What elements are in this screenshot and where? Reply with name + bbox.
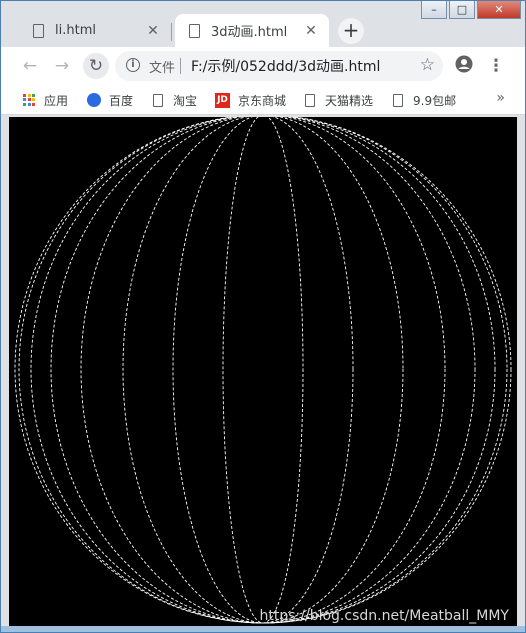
- bookmarks-bar: 应用 百度 淘宝 JD 京东商城 天猫精选 9.9包邮 »: [1, 85, 525, 115]
- scheme-label: 文件: [149, 61, 176, 76]
- baidu-paw-icon: [87, 93, 101, 107]
- apps-grid-icon: [23, 93, 36, 107]
- wireframe-ellipse: [50, 117, 476, 624]
- maximize-button[interactable]: □: [449, 1, 475, 19]
- bookmark-jd[interactable]: JD 京东商城: [215, 91, 286, 109]
- tab-separator: [171, 23, 172, 41]
- bookmark-baidu[interactable]: 百度: [87, 91, 133, 109]
- tab-3d-animation[interactable]: 3d动画.html ✕: [175, 14, 329, 47]
- bookmark-taobao[interactable]: 淘宝: [153, 91, 197, 109]
- bookmark-label: 9.9包邮: [413, 93, 457, 108]
- page-icon: [393, 93, 403, 107]
- page-icon: [189, 23, 200, 38]
- wireframe-ellipse: [172, 117, 354, 624]
- minimize-button[interactable]: –: [421, 1, 447, 19]
- close-tab-icon[interactable]: ✕: [143, 23, 163, 39]
- navigation-toolbar: ← → ↻ i 文件 F:/示例/052ddd/3d动画.html ☆ ⋮: [1, 47, 525, 85]
- browser-window: – □ ✕ li.html ✕ 3d动画.html ✕ + ← → ↻ i 文件…: [0, 0, 526, 633]
- wireframe-ellipse: [222, 117, 304, 624]
- tab-title: li.html: [55, 23, 96, 38]
- wireframe-ellipse: [18, 117, 508, 624]
- url-text[interactable]: F:/示例/052ddd/3d动画.html: [191, 56, 380, 76]
- bookmarks-overflow-icon[interactable]: »: [496, 90, 505, 106]
- bookmark-label: 淘宝: [173, 93, 198, 108]
- watermark-text: https://blog.csdn.net/Meatball_MMY: [259, 608, 509, 624]
- wireframe-ellipse: [30, 117, 496, 624]
- tab-title: 3d动画.html: [211, 25, 288, 40]
- window-controls: – □ ✕: [419, 1, 521, 23]
- forward-arrow-icon[interactable]: →: [51, 55, 73, 77]
- page-icon: [305, 93, 315, 107]
- address-bar[interactable]: i 文件 F:/示例/052ddd/3d动画.html ☆: [115, 51, 443, 81]
- account-circle-icon: [455, 55, 473, 73]
- window-bottom-frame: [1, 626, 525, 632]
- profile-avatar-icon[interactable]: [453, 55, 475, 77]
- new-tab-button[interactable]: +: [338, 18, 364, 44]
- tab-strip: – □ ✕ li.html ✕ 3d动画.html ✕ +: [1, 1, 525, 47]
- wireframe-ellipse: [80, 117, 446, 624]
- menu-kebab-icon[interactable]: ⋮: [485, 55, 507, 77]
- wireframe-sphere: [14, 117, 512, 624]
- bookmark-label: 百度: [109, 93, 134, 108]
- info-icon[interactable]: i: [126, 58, 140, 72]
- page-viewport: https://blog.csdn.net/Meatball_MMY: [9, 117, 517, 626]
- bookmark-tmall[interactable]: 天猫精选: [305, 91, 373, 109]
- bookmark-99[interactable]: 9.9包邮: [393, 91, 456, 109]
- page-icon: [33, 23, 44, 38]
- bookmark-label: 天猫精选: [325, 93, 374, 108]
- close-tab-icon[interactable]: ✕: [301, 23, 321, 39]
- tab-li-html[interactable]: li.html ✕: [19, 14, 171, 47]
- bookmark-label: 京东商城: [238, 93, 287, 108]
- bookmark-star-icon[interactable]: ☆: [420, 55, 435, 75]
- close-window-button[interactable]: ✕: [477, 1, 521, 19]
- omnibox-divider: [180, 58, 181, 74]
- page-icon: [153, 93, 163, 107]
- wireframe-ellipse: [122, 117, 404, 624]
- jd-logo-icon: JD: [215, 92, 230, 108]
- bookmark-label: 应用: [44, 93, 69, 108]
- back-arrow-icon[interactable]: ←: [19, 55, 41, 77]
- bookmark-apps[interactable]: 应用: [23, 91, 68, 109]
- reload-icon[interactable]: ↻: [83, 53, 109, 79]
